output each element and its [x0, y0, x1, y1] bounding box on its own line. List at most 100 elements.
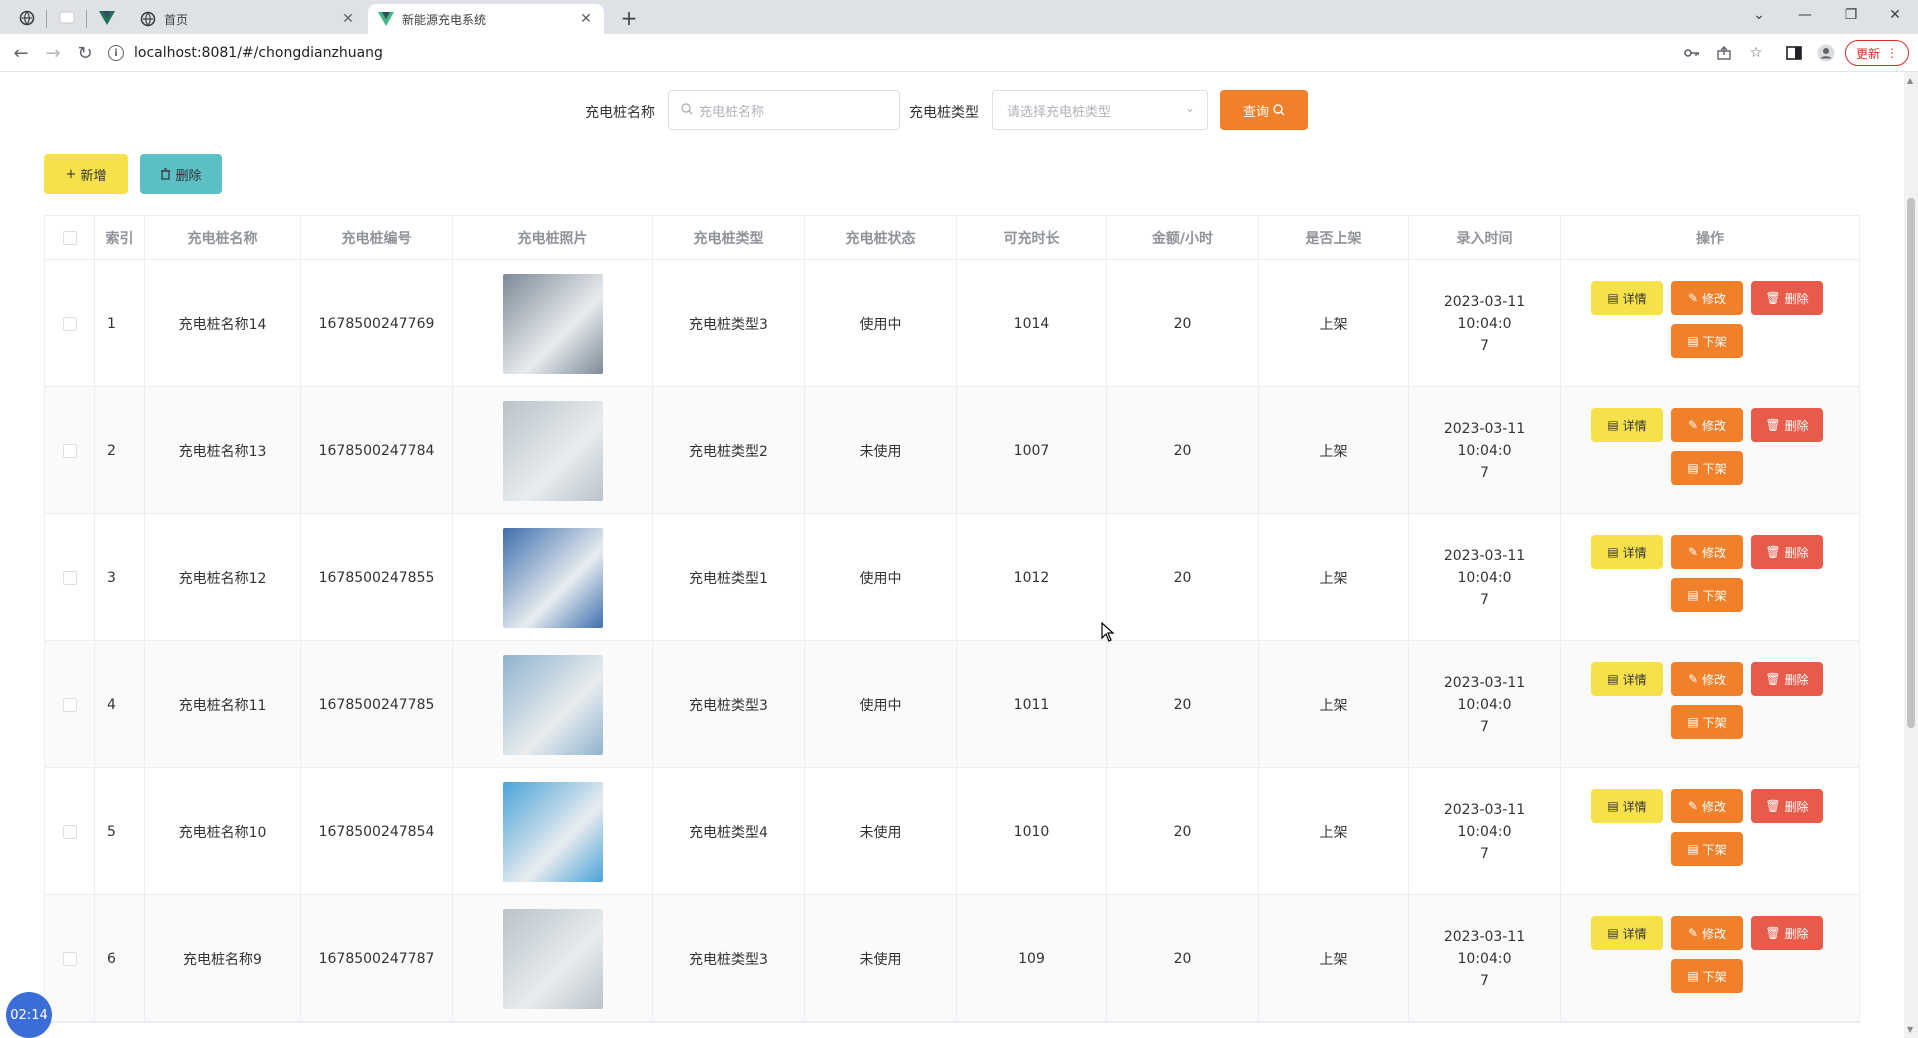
- tab-home[interactable]: 首页 ✕: [130, 4, 366, 34]
- take-down-label: 下架: [1702, 461, 1727, 476]
- take-down-button[interactable]: ▤ 下架: [1671, 832, 1743, 866]
- scroll-up-icon[interactable]: ▲: [1907, 76, 1913, 85]
- duration-cell: 109: [957, 895, 1107, 1022]
- page-content: 充电桩名称 充电桩名称 充电桩类型 请选择充电桩类型 ⌄ 查询 + 新增 删除 …: [0, 72, 1900, 1038]
- trash-icon: 🗑: [1765, 672, 1781, 686]
- trash-icon: 🗑: [1765, 799, 1781, 813]
- row-checkbox[interactable]: [62, 570, 77, 585]
- header-ops: 操作: [1696, 231, 1724, 247]
- scroll-down-icon[interactable]: ▼: [1907, 1025, 1913, 1034]
- header-select-all[interactable]: [45, 216, 95, 260]
- pencil-icon: ✎: [1687, 291, 1699, 305]
- take-down-label: 下架: [1702, 715, 1727, 730]
- row-checkbox[interactable]: [62, 951, 77, 966]
- row-select-cell[interactable]: [45, 387, 95, 514]
- index-cell: 1: [95, 260, 145, 387]
- batch-delete-button[interactable]: 删除: [140, 154, 222, 194]
- back-icon[interactable]: ←: [8, 40, 34, 66]
- close-icon[interactable]: ✕: [578, 11, 594, 27]
- pinned-tab-3[interactable]: [92, 5, 122, 30]
- take-down-button[interactable]: ▤ 下架: [1671, 324, 1743, 358]
- header-shelf: 是否上架: [1259, 216, 1409, 260]
- detail-label: 详情: [1622, 545, 1647, 560]
- edit-button[interactable]: ✎ 修改: [1671, 916, 1743, 950]
- delete-button[interactable]: 🗑 删除: [1751, 281, 1823, 315]
- minimize-icon[interactable]: —: [1782, 0, 1828, 30]
- shelf-cell: 上架: [1259, 260, 1409, 387]
- row-select-cell[interactable]: [45, 514, 95, 641]
- detail-label: 详情: [1622, 291, 1647, 306]
- delete-button[interactable]: 🗑 删除: [1751, 535, 1823, 569]
- detail-button[interactable]: ▤ 详情: [1591, 789, 1663, 823]
- trash-icon: 🗑: [1765, 418, 1781, 432]
- row-select-cell[interactable]: [45, 768, 95, 895]
- time-line-1: 2023-03-11 10:04:0: [1443, 420, 1526, 459]
- detail-button[interactable]: ▤ 详情: [1591, 281, 1663, 315]
- edit-button[interactable]: ✎ 修改: [1671, 535, 1743, 569]
- pinned-tab-2[interactable]: [52, 5, 82, 30]
- profile-icon[interactable]: [1816, 43, 1836, 63]
- restore-icon[interactable]: ❐: [1828, 0, 1874, 30]
- edit-button[interactable]: ✎ 修改: [1671, 662, 1743, 696]
- edit-label: 修改: [1702, 672, 1727, 687]
- name-search-input[interactable]: 充电桩名称: [668, 90, 900, 130]
- take-down-button[interactable]: ▤ 下架: [1671, 451, 1743, 485]
- time-line-1: 2023-03-11 10:04:0: [1443, 801, 1526, 840]
- code-cell: 1678500247769: [301, 260, 453, 387]
- delete-button[interactable]: 🗑 删除: [1751, 789, 1823, 823]
- reload-icon[interactable]: ↻: [72, 40, 98, 66]
- scrollbar-thumb[interactable]: [1907, 198, 1915, 728]
- detail-button[interactable]: ▤ 详情: [1591, 535, 1663, 569]
- detail-button[interactable]: ▤ 详情: [1591, 408, 1663, 442]
- table-row: 4 充电桩名称11 1678500247785 充电桩类型3 使用中 1011 20 上架 20…: [45, 641, 1859, 768]
- share-icon[interactable]: [1714, 43, 1734, 63]
- edit-button[interactable]: ✎ 修改: [1671, 408, 1743, 442]
- take-down-button[interactable]: ▤ 下架: [1671, 705, 1743, 739]
- page-scrollbar[interactable]: ▲ ▼: [1904, 72, 1918, 1038]
- ops-cell: ▤ 详情 ✎ 修改 🗑 删除 ▤ 下架: [1561, 641, 1859, 768]
- add-button[interactable]: + 新增: [44, 154, 128, 194]
- take-down-button[interactable]: ▤ 下架: [1671, 959, 1743, 993]
- row-checkbox[interactable]: [62, 443, 77, 458]
- document-icon: ▤: [1687, 715, 1699, 729]
- row-checkbox[interactable]: [62, 697, 77, 712]
- detail-button[interactable]: ▤ 详情: [1591, 916, 1663, 950]
- key-icon[interactable]: [1682, 43, 1702, 63]
- row-select-cell[interactable]: [45, 895, 95, 1022]
- delete-button[interactable]: 🗑 删除: [1751, 916, 1823, 950]
- info-icon[interactable]: i: [108, 45, 124, 61]
- new-tab-button[interactable]: +: [615, 4, 643, 32]
- take-down-button[interactable]: ▤ 下架: [1671, 578, 1743, 612]
- close-icon[interactable]: ✕: [340, 11, 356, 27]
- side-panel-icon[interactable]: [1784, 43, 1804, 63]
- forward-icon[interactable]: →: [40, 40, 66, 66]
- tab-search-icon[interactable]: ⌄: [1736, 0, 1782, 30]
- delete-button[interactable]: 🗑 删除: [1751, 408, 1823, 442]
- row-select-cell[interactable]: [45, 641, 95, 768]
- star-icon[interactable]: ☆: [1746, 43, 1766, 63]
- code-cell: 1678500247855: [301, 514, 453, 641]
- edit-button[interactable]: ✎ 修改: [1671, 789, 1743, 823]
- query-button[interactable]: 查询: [1220, 90, 1308, 130]
- time-line-1: 2023-03-11 10:04:0: [1443, 928, 1526, 967]
- delete-button[interactable]: 🗑 删除: [1751, 662, 1823, 696]
- address-bar[interactable]: i localhost:8081/#/chongdianzhuang: [108, 39, 1668, 67]
- update-button[interactable]: 更新 ⋮: [1845, 40, 1909, 66]
- vue-logo-icon: [378, 12, 394, 26]
- type-select[interactable]: 请选择充电桩类型 ⌄: [992, 90, 1208, 130]
- row-checkbox[interactable]: [62, 316, 77, 331]
- browser-toolbar: ← → ↻ i localhost:8081/#/chongdianzhuang…: [0, 34, 1918, 72]
- row-checkbox[interactable]: [62, 824, 77, 839]
- tab-charging-system[interactable]: 新能源充电系统 ✕: [368, 4, 604, 34]
- document-icon: ▤: [1687, 461, 1699, 475]
- select-all-checkbox[interactable]: [62, 231, 77, 245]
- edit-button[interactable]: ✎ 修改: [1671, 281, 1743, 315]
- time-cell: 2023-03-11 10:04:0 7: [1409, 260, 1561, 387]
- time-line-2: 7: [1480, 591, 1489, 608]
- window-close-icon[interactable]: ✕: [1872, 0, 1918, 30]
- time-line-2: 7: [1480, 972, 1489, 989]
- time-cell: 2023-03-11 10:04:0 7: [1409, 514, 1561, 641]
- row-select-cell[interactable]: [45, 260, 95, 387]
- pinned-tab-1[interactable]: [12, 5, 42, 30]
- detail-button[interactable]: ▤ 详情: [1591, 662, 1663, 696]
